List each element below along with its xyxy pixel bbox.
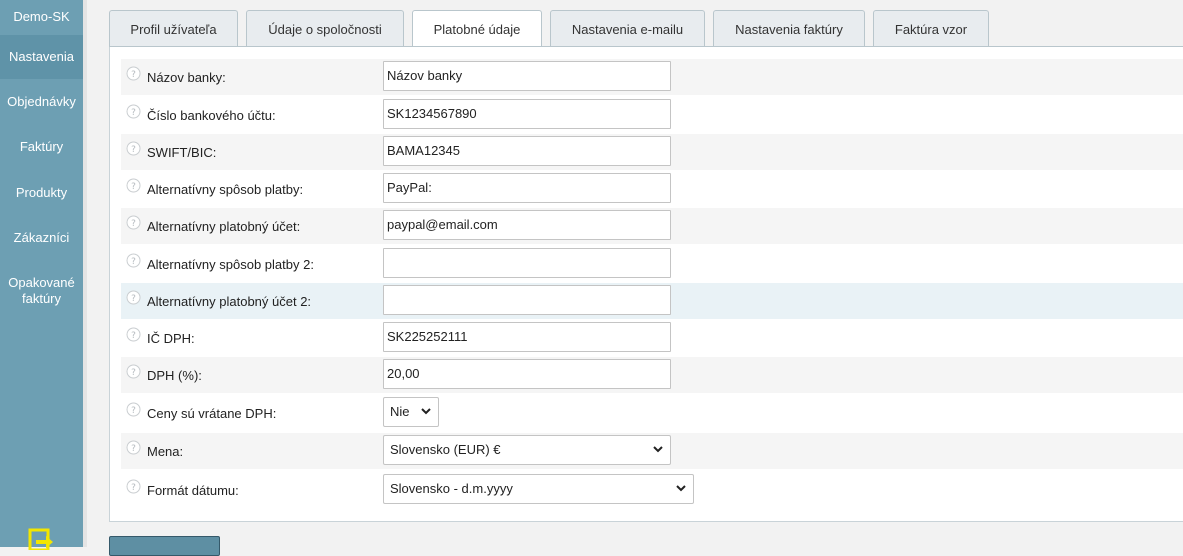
currency-label: Mena: [147,444,184,459]
question-circle-icon[interactable]: ? [126,440,141,455]
svg-text:?: ? [131,182,136,192]
prices-incl-vat-select[interactable]: Nie [383,397,439,427]
alt-account-2-label: Alternatívny platobný účet 2: [147,294,312,309]
tab-company-details[interactable]: Údaje o spoločnosti [246,10,404,47]
date-format-label: Formát dátumu: [147,483,239,498]
chevron-down-icon [653,446,663,453]
sidebar-item-recurring-invoices[interactable]: Opakované faktúry [4,275,79,307]
alt-method-label: Alternatívny spôsob platby: [147,182,304,197]
question-circle-icon[interactable]: ? [126,402,141,417]
sidebar-divider [83,0,87,547]
tab-user-profile[interactable]: Profil užívateľa [109,10,238,47]
question-circle-icon[interactable]: ? [126,253,141,268]
bank-name-input[interactable]: Názov banky [383,61,671,91]
prices-incl-vat-label: Ceny sú vrátane DPH: [147,406,277,421]
chevron-down-icon [421,408,431,415]
alt-account-label: Alternatívny platobný účet: [147,219,301,234]
sidebar-item-orders[interactable]: Objednávky [0,94,83,110]
question-circle-icon[interactable]: ? [126,290,141,305]
svg-text:?: ? [131,108,136,118]
tab-invoice-settings[interactable]: Nastavenia faktúry [713,10,865,47]
form-row-swift: ? SWIFT/BIC: BAMA12345 [121,134,1183,170]
vat-id-input[interactable]: SK225252111 [383,322,671,352]
alt-method-2-input[interactable] [383,248,671,278]
form-row-alt-method-2: ? Alternatívny spôsob platby 2: [121,246,1183,282]
vat-rate-label: DPH (%): [147,368,202,383]
sidebar-item-customers[interactable]: Zákazníci [0,230,83,246]
chevron-down-icon [676,485,686,492]
question-circle-icon[interactable]: ? [126,141,141,156]
question-circle-icon[interactable]: ? [126,364,141,379]
form-row-vat-id: ? IČ DPH: SK225252111 [121,320,1183,356]
bank-name-label: Názov banky: [147,70,226,85]
form-row-vat-rate: ? DPH (%): 20,00 [121,357,1183,393]
tab-email-settings[interactable]: Nastavenia e-mailu [550,10,705,47]
svg-text:?: ? [131,406,136,416]
sidebar: Demo-SK Nastavenia Objednávky Faktúry Pr… [0,0,83,550]
save-button[interactable] [109,536,220,556]
question-circle-icon[interactable]: ? [126,104,141,119]
alt-account-2-input[interactable] [383,285,671,315]
vat-id-label: IČ DPH: [147,331,195,346]
prices-incl-vat-value: Nie [390,404,410,419]
date-format-select[interactable]: Slovensko - d.m.yyyy [383,474,694,504]
company-name[interactable]: Demo-SK [0,0,83,34]
tab-payment-details[interactable]: Platobné údaje [412,10,542,48]
sidebar-item-settings[interactable]: Nastavenia [0,35,83,79]
question-circle-icon[interactable]: ? [126,479,141,494]
sidebar-item-invoices[interactable]: Faktúry [0,139,83,155]
svg-text:?: ? [131,444,136,454]
svg-text:?: ? [131,219,136,229]
currency-value: Slovensko (EUR) € [390,442,501,457]
form-row-alt-method: ? Alternatívny spôsob platby: PayPal: [121,171,1183,207]
form-row-bank-name: ? Názov banky: Názov banky [121,59,1183,95]
form-row-prices-incl-vat: ? Ceny sú vrátane DPH: Nie [121,395,1183,431]
svg-text:?: ? [131,368,136,378]
date-format-value: Slovensko - d.m.yyyy [390,481,513,496]
form-row-date-format: ? Formát dátumu: Slovensko - d.m.yyyy [121,472,1183,508]
svg-text:?: ? [131,70,136,80]
question-circle-icon[interactable]: ? [126,215,141,230]
account-number-input[interactable]: SK1234567890 [383,99,671,129]
swift-input[interactable]: BAMA12345 [383,136,671,166]
currency-select[interactable]: Slovensko (EUR) € [383,435,671,465]
account-number-label: Číslo bankového účtu: [147,108,276,123]
swift-label: SWIFT/BIC: [147,145,217,160]
form-row-account-number: ? Číslo bankového účtu: SK1234567890 [121,97,1183,133]
question-circle-icon[interactable]: ? [126,327,141,342]
alt-account-input[interactable]: paypal@email.com [383,210,671,240]
alt-method-input[interactable]: PayPal: [383,173,671,203]
payment-form: ? Názov banky: Názov banky ? Číslo banko… [109,47,1183,522]
alt-method-2-label: Alternatívny spôsob platby 2: [147,257,314,272]
form-row-alt-account-2: ? Alternatívny platobný účet 2: [121,283,1183,319]
question-circle-icon[interactable]: ? [126,66,141,81]
form-row-currency: ? Mena: Slovensko (EUR) € [121,433,1183,469]
tab-invoice-template[interactable]: Faktúra vzor [873,10,989,47]
svg-text:?: ? [131,257,136,267]
vat-rate-input[interactable]: 20,00 [383,359,671,389]
sidebar-item-products[interactable]: Produkty [0,185,83,201]
svg-text:?: ? [131,145,136,155]
form-row-alt-account: ? Alternatívny platobný účet: paypal@ema… [121,208,1183,244]
svg-text:?: ? [131,294,136,304]
question-circle-icon[interactable]: ? [126,178,141,193]
svg-text:?: ? [131,331,136,341]
svg-text:?: ? [131,483,136,493]
